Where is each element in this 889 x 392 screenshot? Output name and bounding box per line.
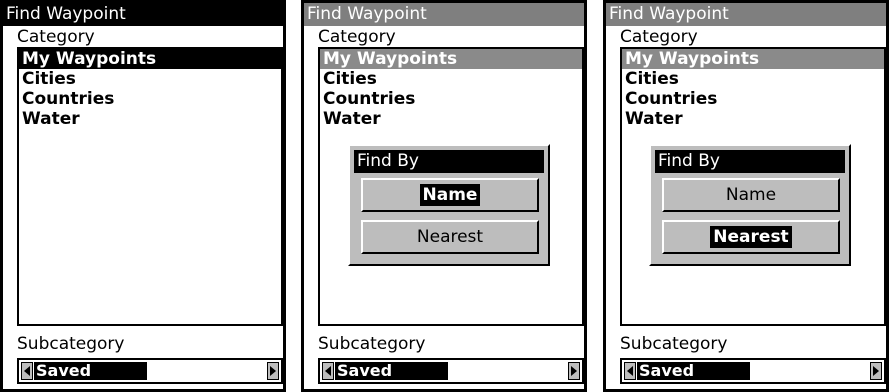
subcategory-selector[interactable]: Saved [17,358,283,384]
button-label: Name [725,185,777,205]
screen-content: Find Waypoint Category My Waypoints Citi… [3,3,283,389]
subcategory-selector[interactable]: Saved [620,358,886,384]
screen-content: Find Waypoint Category My Waypoints Citi… [304,3,584,389]
subcategory-value: Saved [34,362,147,380]
button-label: Name [419,184,481,206]
list-item-water[interactable]: Water [622,109,884,129]
window-title: Find Waypoint [304,3,584,26]
category-label: Category [318,27,396,47]
right-arrow-icon[interactable] [267,362,279,380]
subcategory-label: Subcategory [17,334,125,354]
list-item-countries[interactable]: Countries [622,89,884,109]
subcategory-label: Subcategory [318,334,426,354]
category-list[interactable]: My Waypoints Cities Countries Water [17,47,283,326]
find-by-name-button[interactable]: Name [361,178,539,212]
list-item-my-waypoints[interactable]: My Waypoints [622,49,884,69]
screen-find-waypoint-3: Find Waypoint Category My Waypoints Citi… [603,0,889,392]
list-item-countries[interactable]: Countries [19,89,281,109]
dialog-title: Find By [655,150,845,173]
right-arrow-icon[interactable] [870,362,882,380]
category-label: Category [620,27,698,47]
list-item-water[interactable]: Water [320,109,582,129]
find-by-nearest-button[interactable]: Nearest [662,220,840,254]
list-item-my-waypoints[interactable]: My Waypoints [320,49,582,69]
left-arrow-icon[interactable] [21,362,33,380]
list-item-cities[interactable]: Cities [320,69,582,89]
list-item-cities[interactable]: Cities [622,69,884,89]
window-title: Find Waypoint [3,3,283,26]
subcategory-selector[interactable]: Saved [318,358,584,384]
screen-find-waypoint-1: Find Waypoint Category My Waypoints Citi… [0,0,286,392]
subcategory-value: Saved [637,362,750,380]
button-label: Nearest [710,226,792,248]
find-by-dialog: Find By Name Nearest [649,144,851,266]
find-by-name-button[interactable]: Name [662,178,840,212]
left-arrow-icon[interactable] [624,362,636,380]
left-arrow-icon[interactable] [322,362,334,380]
list-item-my-waypoints[interactable]: My Waypoints [19,49,281,69]
find-by-nearest-button[interactable]: Nearest [361,220,539,254]
list-item-countries[interactable]: Countries [320,89,582,109]
subcategory-label: Subcategory [620,334,728,354]
screen-content: Find Waypoint Category My Waypoints Citi… [606,3,886,389]
list-item-water[interactable]: Water [19,109,281,129]
right-arrow-icon[interactable] [568,362,580,380]
window-title: Find Waypoint [606,3,886,26]
list-item-cities[interactable]: Cities [19,69,281,89]
subcategory-value: Saved [335,362,448,380]
dialog-title: Find By [354,150,544,173]
button-label: Nearest [416,227,484,247]
find-by-dialog: Find By Name Nearest [348,144,550,266]
category-label: Category [17,27,95,47]
screen-find-waypoint-2: Find Waypoint Category My Waypoints Citi… [301,0,587,392]
